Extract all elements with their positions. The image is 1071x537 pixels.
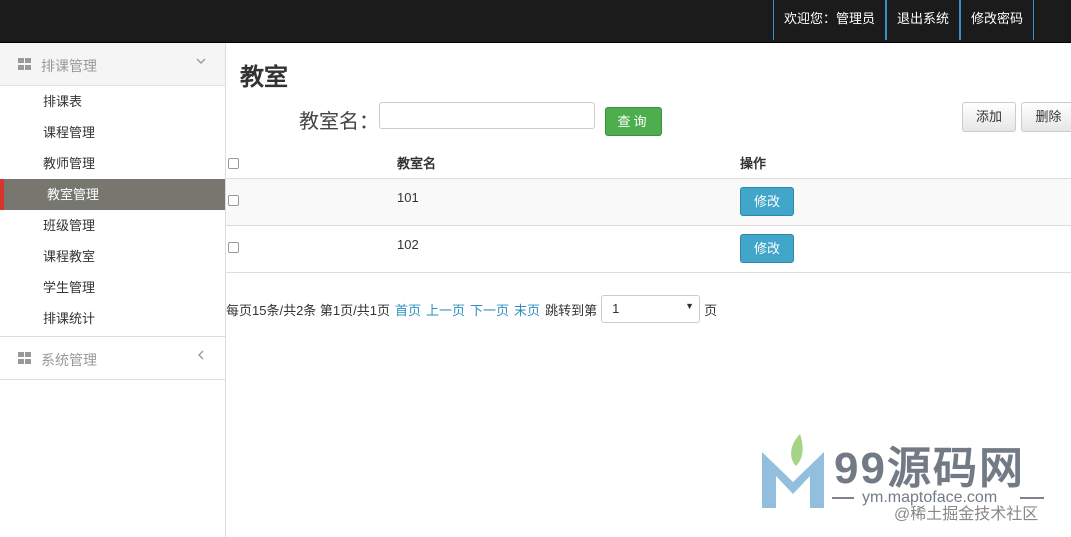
menu-group-title: 系统管理 <box>41 352 97 368</box>
dropdown-arrow-icon: ▼ <box>685 301 695 311</box>
sidebar-item-students[interactable]: 学生管理 <box>0 272 225 303</box>
pagination: 每页15条/共2条 第1页/共1页 首页 上一页 下一页 末页 跳转到第 1 ▼… <box>226 294 717 324</box>
top-navbar: 欢迎您：管理员 退出系统 修改密码 <box>0 0 1071 43</box>
page-select-value: 1 <box>612 301 620 316</box>
classroom-name-cell: 101 <box>397 190 419 205</box>
sidebar-item-classes[interactable]: 班级管理 <box>0 210 225 241</box>
watermark-dash <box>1020 497 1044 499</box>
logout-link[interactable]: 退出系统 <box>885 0 960 40</box>
row-checkbox[interactable] <box>228 242 239 253</box>
classroom-name-input[interactable] <box>379 102 595 129</box>
pager-summary: 每页15条/共2条 第1页/共1页 <box>226 302 390 318</box>
watermark-logo-icon <box>762 434 824 508</box>
page-select[interactable]: 1 ▼ <box>601 295 701 323</box>
top-nav: 欢迎您：管理员 退出系统 修改密码 <box>772 0 1034 42</box>
next-page-link[interactable]: 下一页 <box>470 300 509 319</box>
menu-group-system[interactable]: 系统管理 <box>0 336 225 380</box>
search-label: 教室名： <box>299 111 379 133</box>
add-button[interactable]: 添加 <box>962 102 1016 132</box>
watermark-brand: 99源码网 <box>834 444 1025 493</box>
table-row: 102 修改 <box>226 226 1071 273</box>
last-page-link[interactable]: 末页 <box>514 300 540 319</box>
page-suffix: 页 <box>704 302 718 318</box>
grid-icon <box>18 58 31 70</box>
row-checkbox[interactable] <box>228 195 239 206</box>
page-title: 教室 <box>240 64 288 91</box>
table-row: 101 修改 <box>226 179 1071 226</box>
first-page-link[interactable]: 首页 <box>395 300 421 319</box>
scheduling-submenu: 排课表 课程管理 教师管理 教室管理 班级管理 课程教室 学生管理 排课统计 <box>0 86 225 334</box>
column-header-name: 教室名 <box>397 156 437 171</box>
chevron-down-icon <box>195 55 207 67</box>
prev-page-link[interactable]: 上一页 <box>426 300 465 319</box>
sidebar-item-teachers[interactable]: 教师管理 <box>0 148 225 179</box>
sidebar-item-classrooms[interactable]: 教室管理 <box>0 179 225 210</box>
edit-button[interactable]: 修改 <box>740 187 794 216</box>
menu-group-scheduling[interactable]: 排课管理 <box>0 43 225 86</box>
watermark-dash <box>832 497 854 499</box>
classroom-name-cell: 102 <box>397 237 419 252</box>
welcome-text: 欢迎您：管理员 <box>772 0 886 40</box>
select-all-checkbox[interactable] <box>228 158 239 169</box>
sidebar-item-schedule[interactable]: 排课表 <box>0 86 225 117</box>
query-button[interactable]: 查询 <box>605 107 662 136</box>
delete-button[interactable]: 删除 <box>1021 102 1071 132</box>
column-header-actions: 操作 <box>740 156 767 171</box>
watermark-juejin: @稀土掘金技术社区 <box>894 506 1039 523</box>
change-password-link[interactable]: 修改密码 <box>959 0 1034 40</box>
sidebar-item-courses[interactable]: 课程管理 <box>0 117 225 148</box>
edit-button[interactable]: 修改 <box>740 234 794 263</box>
jump-label: 跳转到第 <box>545 302 598 318</box>
grid-icon <box>18 352 31 364</box>
menu-group-title: 排课管理 <box>41 58 97 74</box>
sidebar-item-statistics[interactable]: 排课统计 <box>0 303 225 334</box>
sidebar: 排课管理 排课表 课程管理 教师管理 教室管理 班级管理 课程教室 学生管理 排… <box>0 43 226 537</box>
sidebar-item-course-classrooms[interactable]: 课程教室 <box>0 241 225 272</box>
table-header: 教室名 操作 <box>226 146 1071 179</box>
chevron-left-icon <box>195 349 207 361</box>
